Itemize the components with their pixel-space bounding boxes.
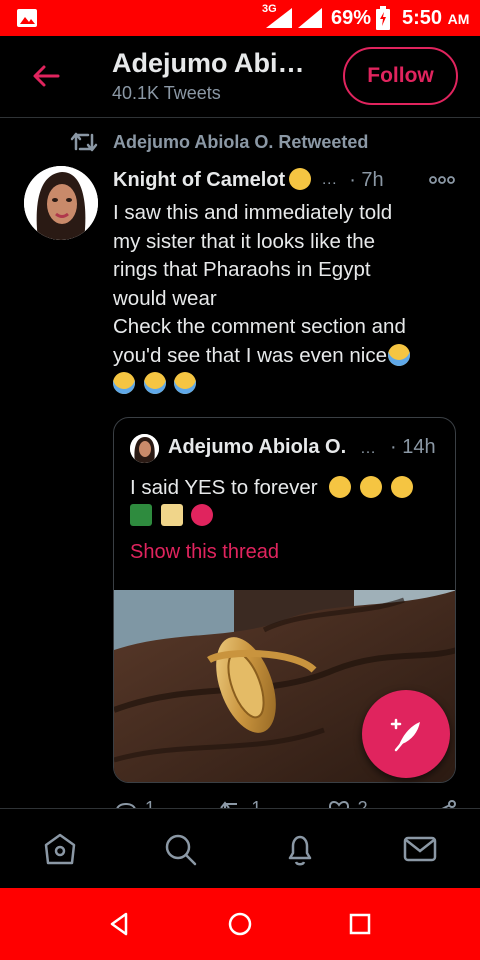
tweet-time: · 7h	[349, 168, 384, 191]
recents-square-icon[interactable]	[346, 910, 374, 938]
tweet-line: would wear	[113, 286, 217, 310]
android-navigation-bar	[0, 888, 480, 960]
crying-face-emoji-icon	[388, 343, 410, 366]
tweet-count: 40.1K Tweets	[112, 83, 221, 103]
princess-emoji-icon	[289, 168, 312, 190]
heart-eyes-emoji-icon	[390, 476, 413, 498]
profile-header: Adejumo Abi… 40.1K Tweets Follow	[0, 36, 480, 118]
home-icon[interactable]	[42, 831, 78, 867]
tweet-line: rings that Pharaohs in Egypt	[113, 258, 371, 281]
avatar[interactable]	[24, 166, 98, 240]
tweet-handle-truncated: …	[321, 171, 338, 188]
back-triangle-icon[interactable]	[106, 910, 134, 938]
smiling-hearts-emoji-icon	[329, 476, 352, 498]
signal-icon	[266, 8, 292, 28]
tweet-line-with-emoji: you'd see that I was even nice	[113, 342, 465, 371]
retweet-icon	[70, 132, 98, 152]
tweet-author[interactable]: Knight of Camelot	[113, 168, 312, 192]
search-icon[interactable]	[162, 831, 198, 867]
retweet-label: Adejumo Abiola O. Retweeted	[113, 131, 369, 152]
tweet-emoji-line	[113, 370, 465, 399]
red-heart-emoji-icon	[191, 504, 214, 526]
profile-name: Adejumo Abi…	[112, 48, 305, 78]
tweet-line: my sister that it looks like the	[113, 229, 376, 253]
show-thread-link[interactable]: Show this thread	[130, 541, 279, 564]
tweet-body: I saw this and immediately told my siste…	[113, 199, 465, 399]
smiling-hearts-emoji-icon	[360, 476, 383, 498]
retweet-indicator: Adejumo Abiola O. Retweeted	[70, 130, 368, 154]
compose-feather-icon	[390, 718, 420, 752]
back-arrow-icon[interactable]	[30, 60, 62, 92]
tears-of-joy-emoji-icon	[143, 372, 166, 394]
quoted-text: I said YES to forever	[130, 474, 450, 530]
tweet-line: Check the comment section and	[113, 315, 406, 338]
compose-tweet-button[interactable]	[362, 690, 450, 778]
notifications-bell-icon[interactable]	[282, 831, 318, 867]
battery-icon	[376, 6, 390, 30]
gallery-icon	[17, 9, 37, 27]
battery-percent: 69%	[331, 7, 372, 29]
quoted-time: · 14h	[390, 436, 436, 458]
christmas-tree-emoji-icon	[130, 504, 152, 526]
tears-of-joy-emoji-icon	[113, 372, 135, 394]
quoted-handle-truncated: …	[360, 440, 376, 457]
messages-mail-icon[interactable]	[402, 831, 438, 867]
clock: 5:50 AM	[402, 7, 470, 29]
bottom-navigation	[0, 808, 480, 888]
quoted-avatar	[130, 434, 159, 463]
signal-icon-2	[298, 8, 322, 28]
tweet-line: I saw this and immediately told	[113, 201, 393, 224]
follow-button[interactable]: Follow	[343, 47, 458, 105]
more-options-icon[interactable]	[428, 174, 456, 186]
home-circle-icon[interactable]	[226, 910, 254, 938]
tears-of-joy-emoji-icon	[174, 372, 197, 394]
tweet-header: Knight of Camelot … · 7h	[113, 168, 463, 192]
clinking-glasses-emoji-icon	[160, 504, 183, 526]
quoted-author: Adejumo Abiola O.	[168, 436, 347, 458]
status-bar: 3G 69% 5:50 AM	[0, 0, 480, 36]
